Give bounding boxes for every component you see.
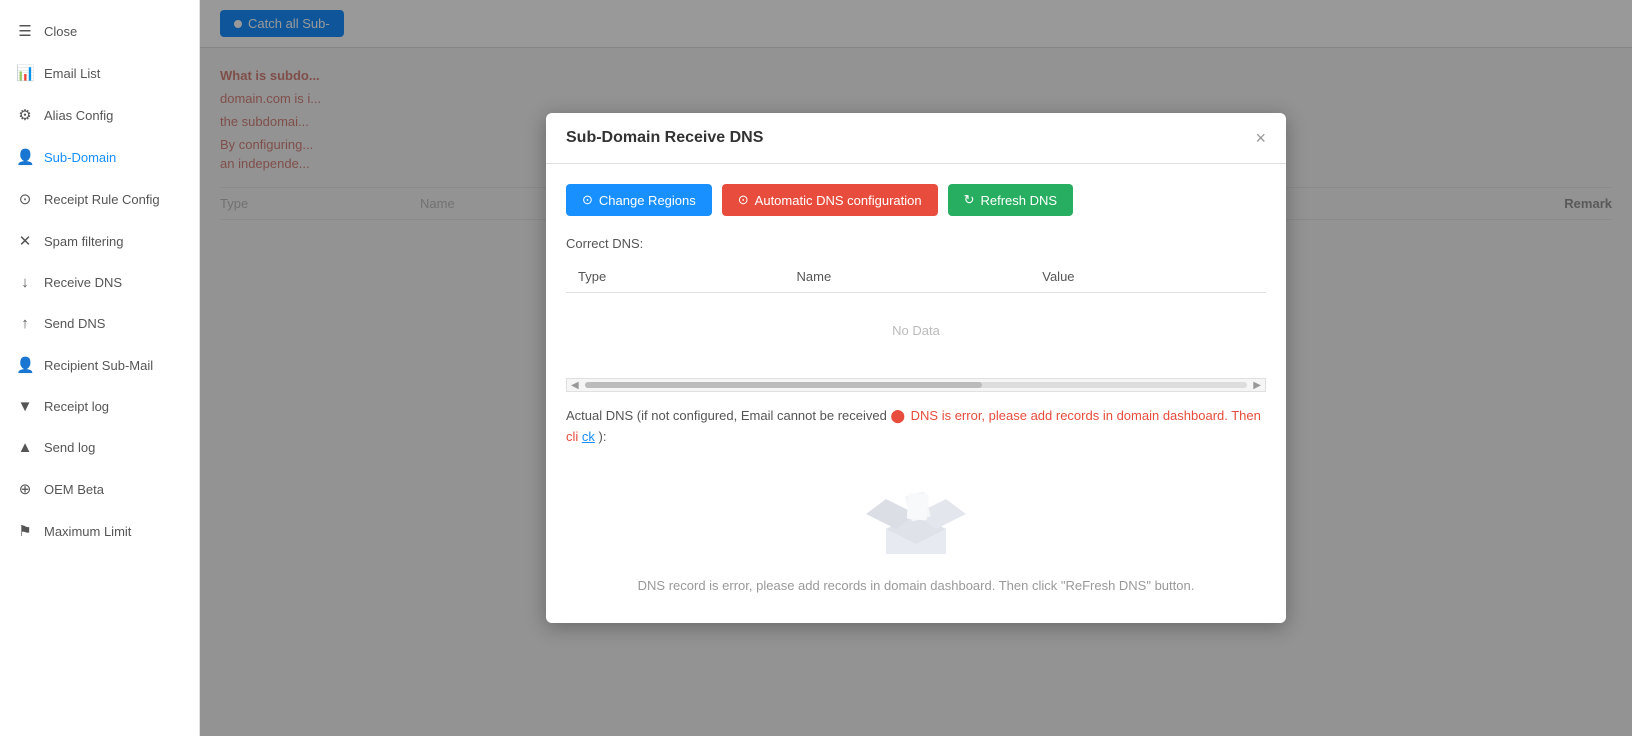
modal-overlay: Sub-Domain Receive DNS × ⊙ Change Region… [200, 0, 1632, 736]
empty-state-text: DNS record is error, please add records … [638, 578, 1195, 593]
col-type: Type [566, 261, 785, 293]
send-log-icon: ▲ [16, 439, 34, 456]
receive-dns-icon: ↓ [16, 274, 34, 291]
sidebar: ☰ Close 📊 Email List ⚙ Alias Config 👤 Su… [0, 0, 200, 736]
no-data-cell: No Data [566, 293, 1266, 369]
horizontal-scrollbar[interactable]: ◀ ▶ [566, 378, 1266, 392]
empty-state: DNS record is error, please add records … [566, 464, 1266, 603]
sidebar-item-send-log[interactable]: ▲ Send log [0, 427, 199, 468]
refresh-dns-button[interactable]: ↻ Refresh DNS [948, 184, 1073, 216]
scroll-thumb[interactable] [585, 382, 983, 388]
dns-click-link[interactable]: ck [582, 429, 595, 444]
empty-box-icon [866, 484, 966, 564]
sidebar-item-receive-dns[interactable]: ↓ Receive DNS [0, 262, 199, 303]
sidebar-item-recipient-sub-mail[interactable]: 👤 Recipient Sub-Mail [0, 344, 199, 386]
main-content: Catch all Sub- What is subdo... domain.c… [200, 0, 1632, 736]
receipt-log-icon: ▼ [16, 398, 34, 415]
change-regions-button[interactable]: ⊙ Change Regions [566, 184, 712, 216]
modal-title: Sub-Domain Receive DNS [566, 129, 763, 147]
modal-close-button[interactable]: × [1255, 129, 1266, 147]
sidebar-item-alias-config[interactable]: ⚙ Alias Config [0, 94, 199, 136]
modal-header: Sub-Domain Receive DNS × [546, 113, 1286, 164]
sidebar-item-receipt-rule-config[interactable]: ⊙ Receipt Rule Config [0, 178, 199, 220]
table-no-data-row: No Data [566, 293, 1266, 369]
sidebar-item-spam-filtering[interactable]: ✕ Spam filtering [0, 220, 199, 262]
scroll-right-arrow[interactable]: ▶ [1251, 380, 1263, 391]
change-regions-icon: ⊙ [582, 192, 593, 208]
scroll-left-arrow[interactable]: ◀ [569, 380, 581, 391]
close-icon: ☰ [16, 22, 34, 40]
gear-icon: ⚙ [16, 106, 34, 124]
recipient-icon: 👤 [16, 356, 34, 374]
refresh-dns-icon: ↻ [964, 192, 975, 208]
rule-icon: ⊙ [16, 190, 34, 208]
actual-dns-section: Actual DNS (if not configured, Email can… [566, 406, 1266, 448]
auto-dns-button[interactable]: ⊙ Automatic DNS configuration [722, 184, 938, 216]
col-name: Name [785, 261, 1031, 293]
error-dot: ⬤ [890, 408, 905, 423]
modal-dialog: Sub-Domain Receive DNS × ⊙ Change Region… [546, 113, 1286, 623]
auto-dns-icon: ⊙ [738, 192, 749, 208]
sidebar-item-send-dns[interactable]: ↑ Send DNS [0, 303, 199, 344]
modal-body: ⊙ Change Regions ⊙ Automatic DNS configu… [546, 164, 1286, 623]
send-dns-icon: ↑ [16, 315, 34, 332]
action-buttons: ⊙ Change Regions ⊙ Automatic DNS configu… [566, 184, 1266, 216]
oem-icon: ⊕ [16, 480, 34, 498]
sidebar-item-maximum-limit[interactable]: ⚑ Maximum Limit [0, 510, 199, 552]
chart-icon: 📊 [16, 64, 34, 82]
sidebar-item-close[interactable]: ☰ Close [0, 10, 199, 52]
sidebar-item-email-list[interactable]: 📊 Email List [0, 52, 199, 94]
sidebar-item-oem-beta[interactable]: ⊕ OEM Beta [0, 468, 199, 510]
spam-icon: ✕ [16, 232, 34, 250]
sidebar-item-receipt-log[interactable]: ▼ Receipt log [0, 386, 199, 427]
col-value: Value [1030, 261, 1266, 293]
scroll-track[interactable] [585, 382, 1248, 388]
correct-dns-label: Correct DNS: [566, 236, 1266, 251]
user-icon: 👤 [16, 148, 34, 166]
limit-icon: ⚑ [16, 522, 34, 540]
sidebar-item-sub-domain[interactable]: 👤 Sub-Domain [0, 136, 199, 178]
dns-table: Type Name Value No Data [566, 261, 1266, 368]
